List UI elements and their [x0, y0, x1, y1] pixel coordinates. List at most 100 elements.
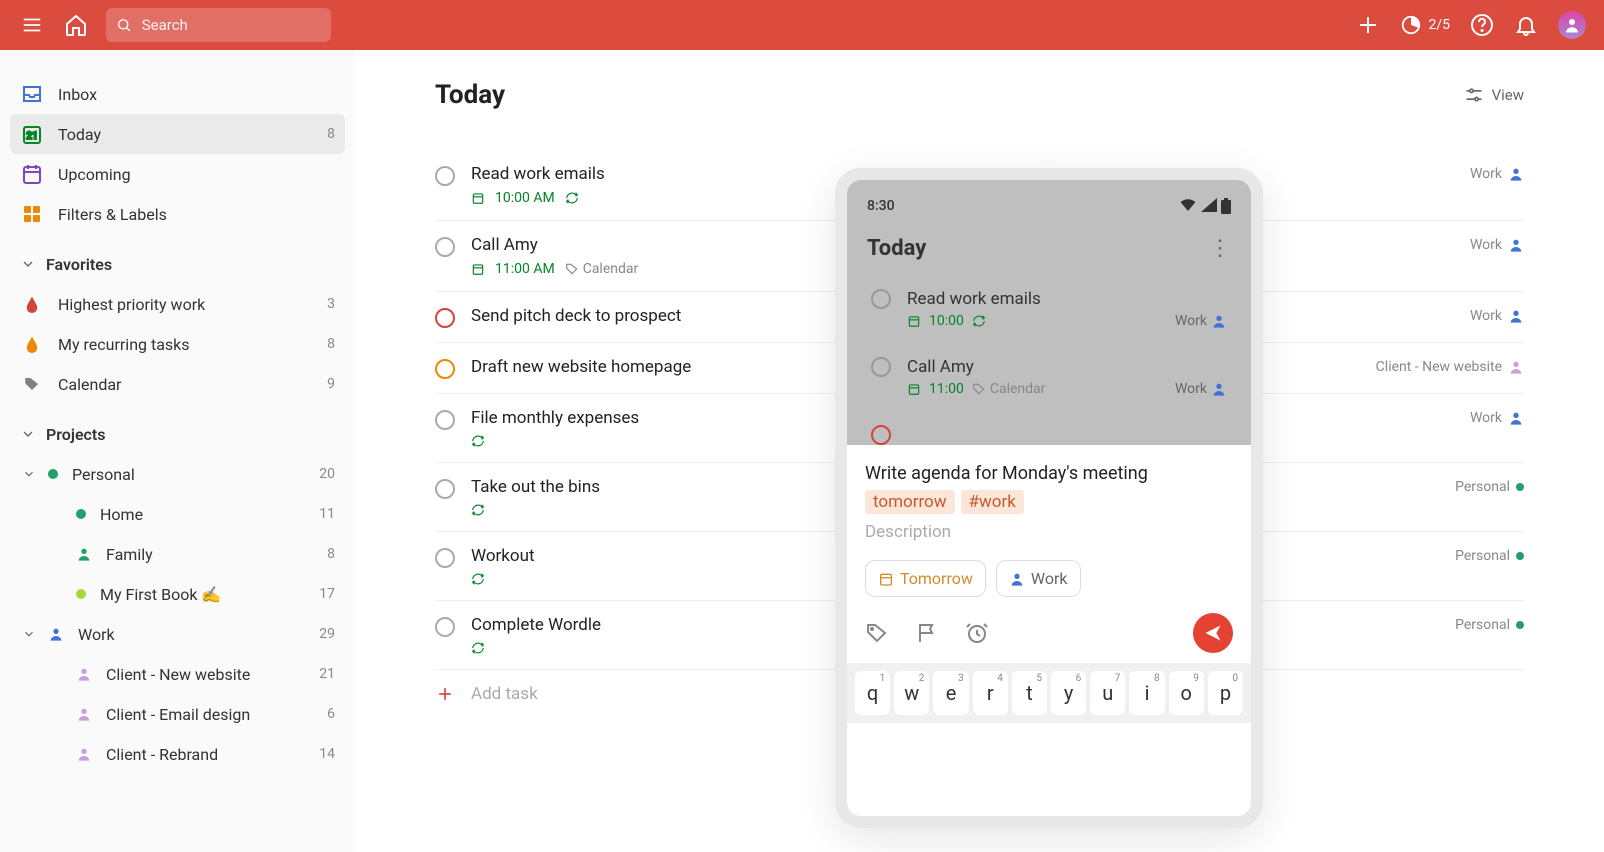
subproject-item[interactable]: Client - Rebrand14: [10, 734, 345, 774]
project-count: 20: [319, 466, 335, 482]
subproject-item[interactable]: Home11: [10, 494, 345, 534]
keyboard-key[interactable]: 7u: [1090, 671, 1125, 715]
user-avatar[interactable]: [1558, 11, 1586, 39]
task-checkbox[interactable]: [435, 617, 455, 637]
keyboard-key[interactable]: 6y: [1051, 671, 1086, 715]
phone-task-time: 10:00: [929, 313, 964, 329]
sidebar-inbox[interactable]: Inbox: [10, 74, 345, 114]
person-icon: [76, 666, 92, 682]
project-group: Work 29Client - New website21Client - Em…: [10, 614, 345, 774]
label-action[interactable]: [865, 621, 889, 645]
key-letter: e: [946, 681, 957, 705]
recurring-icon: [972, 314, 986, 328]
pill-tomorrow[interactable]: Tomorrow: [865, 560, 986, 597]
phone-task-row[interactable]: Read work emails10:00 Work: [867, 275, 1231, 343]
reminder-action[interactable]: [965, 621, 989, 645]
add-button[interactable]: [1356, 13, 1380, 37]
keyboard-key[interactable]: 4r: [973, 671, 1008, 715]
key-letter: y: [1064, 681, 1073, 705]
phone-upper: 8:30 Today ⋮ Read work emails10:00 Work …: [847, 180, 1251, 445]
favorite-item[interactable]: Calendar 9: [10, 364, 345, 404]
keyboard-key[interactable]: 8i: [1129, 671, 1164, 715]
favorites-header-label: Favorites: [46, 255, 112, 274]
search-box[interactable]: [106, 8, 331, 42]
task-project: Personal: [1455, 479, 1524, 495]
project-item[interactable]: Personal 20: [10, 454, 345, 494]
keyboard-key[interactable]: 1q: [855, 671, 890, 715]
content-header: Today View: [435, 80, 1524, 110]
keyboard-key[interactable]: 0p: [1208, 671, 1243, 715]
phone-mockup: 8:30 Today ⋮ Read work emails10:00 Work …: [835, 168, 1263, 828]
phone-more-button[interactable]: ⋮: [1209, 236, 1231, 261]
task-time: 10:00 AM: [495, 190, 555, 206]
chevron-down-icon: [22, 627, 36, 641]
add-task-label: Add task: [471, 684, 538, 704]
phone-status-bar: 8:30: [867, 198, 1231, 214]
phone-task-row[interactable]: Call Amy11:00Calendar Work: [867, 343, 1231, 411]
subproject-item[interactable]: My First Book ✍️17: [10, 574, 345, 614]
sidebar-filters-labels[interactable]: Filters & Labels: [10, 194, 345, 234]
compose-description[interactable]: Description: [865, 522, 1233, 542]
task-checkbox[interactable]: [435, 410, 455, 430]
projects-header[interactable]: Projects: [10, 414, 345, 454]
favorite-item[interactable]: Highest priority work 3: [10, 284, 345, 324]
keyboard-key[interactable]: 5t: [1012, 671, 1047, 715]
task-checkbox[interactable]: [435, 548, 455, 568]
subproject-item[interactable]: Client - Email design6: [10, 694, 345, 734]
task-checkbox[interactable]: [435, 237, 455, 257]
task-project: Work: [1470, 237, 1524, 253]
progress-indicator[interactable]: 2/5: [1400, 14, 1450, 36]
hamburger-menu[interactable]: [18, 11, 46, 39]
task-checkbox[interactable]: [435, 479, 455, 499]
compose-text[interactable]: Write agenda for Monday's meeting tomorr…: [865, 463, 1233, 514]
sidebar-today[interactable]: 21 Today 8: [10, 114, 345, 154]
send-button[interactable]: [1193, 613, 1233, 653]
priority-action[interactable]: [915, 621, 939, 645]
task-checkbox[interactable]: [435, 308, 455, 328]
project-color-dot: [76, 509, 86, 519]
home-button[interactable]: [62, 11, 90, 39]
task-checkbox[interactable]: [435, 166, 455, 186]
task-checkbox[interactable]: [435, 359, 455, 379]
task-checkbox[interactable]: [871, 357, 891, 377]
favorite-item[interactable]: My recurring tasks 8: [10, 324, 345, 364]
key-letter: o: [1181, 681, 1192, 705]
project-item[interactable]: Work 29: [10, 614, 345, 654]
phone-task-meta: 10:00: [907, 313, 1159, 329]
recurring-icon: [471, 503, 485, 517]
person-icon: [76, 546, 92, 562]
key-number: 6: [1076, 673, 1082, 684]
recurring-icon: [471, 434, 485, 448]
task-checkbox[interactable]: [871, 289, 891, 309]
favorite-label: My recurring tasks: [58, 335, 190, 354]
wifi-icon: [1179, 198, 1197, 212]
plus-icon: [435, 684, 455, 704]
search-input[interactable]: [142, 16, 321, 34]
help-button[interactable]: [1470, 13, 1494, 37]
notifications-button[interactable]: [1514, 13, 1538, 37]
key-number: 9: [1193, 673, 1199, 684]
task-project: Work: [1470, 410, 1524, 426]
key-number: 5: [1036, 673, 1042, 684]
phone-title: Today: [867, 236, 926, 261]
project-label: Personal: [72, 465, 135, 484]
phone-task-time: 11:00: [929, 381, 964, 397]
subproject-item[interactable]: Client - New website21: [10, 654, 345, 694]
subproject-label: Client - New website: [106, 665, 250, 684]
favorites-header[interactable]: Favorites: [10, 244, 345, 284]
key-letter: p: [1220, 681, 1231, 705]
flag-icon: [915, 621, 939, 645]
sidebar-upcoming[interactable]: Upcoming: [10, 154, 345, 194]
subproject-item[interactable]: Family8: [10, 534, 345, 574]
keyboard-key[interactable]: 9o: [1169, 671, 1204, 715]
subproject-count: 11: [319, 506, 335, 522]
progress-circle-icon: [1400, 14, 1422, 36]
view-button[interactable]: View: [1464, 85, 1524, 105]
key-letter: r: [987, 681, 994, 705]
chevron-down-icon: [22, 467, 36, 481]
keyboard-key[interactable]: 2w: [894, 671, 929, 715]
task-checkbox[interactable]: [871, 425, 891, 445]
pill-work[interactable]: Work: [996, 560, 1081, 597]
topbar: 2/5: [0, 0, 1604, 50]
keyboard-key[interactable]: 3e: [933, 671, 968, 715]
